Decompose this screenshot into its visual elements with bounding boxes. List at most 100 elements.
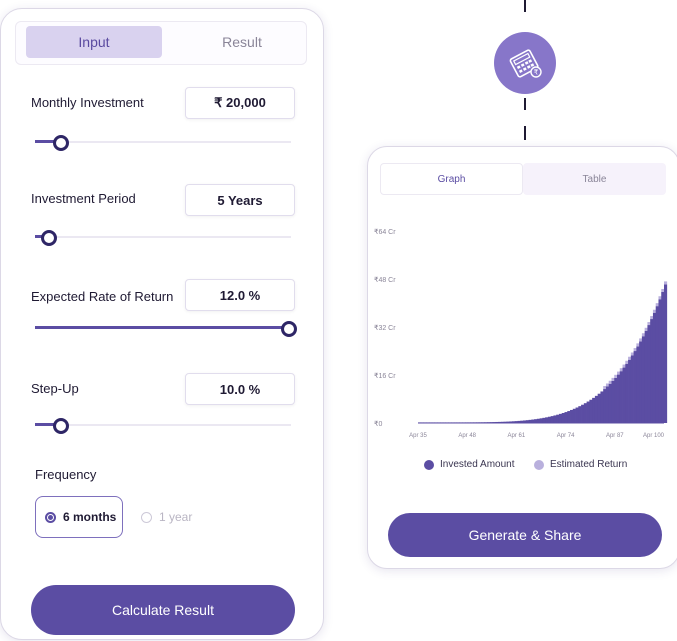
area-bar [487, 422, 491, 423]
estimated-return-bar [625, 360, 629, 364]
x-tick-label: Apr 74 [557, 433, 575, 439]
area-bar [628, 359, 632, 423]
step-up-field[interactable]: 10.0 % [185, 373, 295, 405]
estimated-return-bar [647, 322, 651, 326]
area-bar [636, 346, 640, 423]
monthly-investment-field[interactable]: ₹ 20,000 [185, 87, 295, 119]
estimated-return-bar [652, 309, 657, 313]
area-bar [664, 284, 668, 423]
area-bar [589, 399, 593, 423]
expected-return-label: Expected Rate of Return [31, 289, 174, 304]
area-bar [572, 408, 576, 423]
area-bar [423, 422, 427, 423]
x-tick-label: Apr 87 [606, 433, 624, 439]
step-up-label: Step-Up [31, 381, 79, 396]
input-card: Input Result Monthly Investment ₹ 20,000… [0, 8, 324, 640]
growth-chart: ₹0 ₹16 Cr ₹32 Cr ₹48 Cr ₹64 Cr Apr 35 Apr 48 Ap… [374, 228, 668, 439]
estimated-return-bar [630, 352, 634, 356]
monthly-investment-slider[interactable] [35, 133, 291, 151]
area-bar [547, 416, 552, 423]
expected-return-slider[interactable] [35, 319, 297, 337]
area-bar [581, 404, 585, 423]
area-bar [567, 411, 571, 423]
legend-swatch [534, 459, 544, 470]
area-bar [437, 422, 441, 423]
investment-period-slider[interactable] [35, 228, 291, 246]
estimated-return-bar [644, 327, 648, 331]
estimated-return-bar [661, 288, 665, 292]
area-bar [489, 422, 493, 423]
calculate-result-button[interactable]: Calculate Result [31, 585, 295, 635]
area-bar [611, 380, 615, 423]
slider-thumb[interactable] [53, 418, 69, 434]
area-bar [592, 397, 596, 423]
radio-selected-icon [45, 511, 56, 523]
area-bar [531, 419, 535, 423]
area-bar [451, 422, 455, 423]
tab-result[interactable]: Result [174, 26, 310, 58]
area-bar [492, 422, 496, 423]
area-bar [650, 319, 654, 423]
area-bar [442, 422, 447, 423]
area-bar [503, 421, 507, 423]
x-tick-label: Apr 100 [643, 433, 665, 439]
area-bar [597, 393, 601, 423]
area-bar [453, 422, 458, 423]
area-bar [625, 363, 629, 423]
area-bar [517, 420, 521, 423]
area-bar [495, 421, 499, 423]
frequency-option-1-year[interactable]: 1 year [141, 496, 192, 538]
tab-input[interactable]: Input [26, 26, 162, 58]
estimated-return-bar [608, 380, 612, 384]
area-bar [525, 420, 529, 423]
area-bar [644, 330, 648, 423]
slider-thumb[interactable] [53, 135, 69, 151]
area-bar [619, 371, 623, 423]
area-bar [528, 419, 532, 423]
expected-return-field[interactable]: 12.0 % [185, 279, 295, 311]
area-bar [498, 421, 502, 423]
step-up-slider[interactable] [35, 416, 291, 434]
y-tick-label: ₹16 Cr [374, 372, 396, 380]
area-bar [542, 417, 546, 423]
area-bar [429, 422, 433, 423]
area-bar [534, 419, 538, 423]
area-bar [448, 422, 452, 423]
frequency-option-6-months[interactable]: 6 months [35, 496, 123, 538]
area-bar [462, 422, 466, 423]
area-bar [550, 416, 554, 423]
area-bar [434, 422, 438, 423]
calculator-badge: ₹ [494, 32, 556, 94]
slider-thumb[interactable] [281, 321, 297, 337]
slider-track [35, 141, 291, 143]
estimated-return-bar [636, 343, 640, 347]
investment-period-field[interactable]: 5 Years [185, 184, 295, 216]
area-bar [655, 306, 659, 423]
y-tick-label: ₹64 Cr [374, 228, 396, 236]
estimated-return-bar [617, 371, 621, 375]
area-bar [647, 325, 651, 423]
area-bar [575, 407, 579, 423]
input-tabs: Input Result [15, 21, 307, 65]
area-bar [586, 401, 590, 423]
slider-thumb[interactable] [41, 230, 57, 246]
area-bar [561, 413, 565, 423]
frequency-option-label: 1 year [159, 510, 193, 524]
area-bar [440, 422, 444, 423]
area-bar [556, 414, 560, 423]
area-bar [661, 291, 665, 423]
estimated-return-bar [619, 368, 623, 372]
svg-text:₹: ₹ [534, 69, 539, 77]
generate-share-button[interactable]: Generate & Share [388, 513, 662, 557]
estimated-return-bar [603, 386, 607, 390]
area-bar [641, 336, 646, 423]
legend-label: Invested Amount [440, 459, 515, 470]
estimated-return-bar [633, 348, 637, 352]
estimated-return-bar [611, 377, 615, 381]
legend-label: Estimated Return [550, 459, 628, 470]
tab-graph[interactable]: Graph [380, 163, 523, 195]
estimated-return-bar [622, 364, 626, 368]
tab-table[interactable]: Table [523, 163, 666, 195]
area-bar [520, 420, 524, 423]
area-bar [470, 422, 474, 423]
